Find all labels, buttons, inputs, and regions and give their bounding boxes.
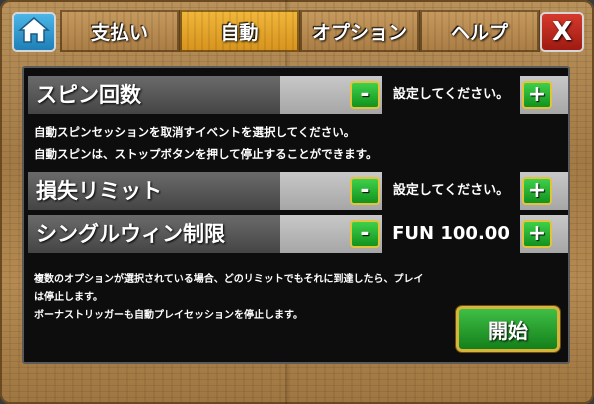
tab-options[interactable]: オプション [300,10,420,52]
close-button[interactable]: X [540,12,584,52]
tab-payout[interactable]: 支払い [60,10,180,52]
tab-auto[interactable]: 自動 [180,10,300,52]
spin-count-control: - 設定してください。 + [280,76,568,114]
tab-bar: 支払い 自動 オプション ヘルプ [60,10,540,52]
note-line-2: は停止します。 [34,292,103,303]
spin-count-plus-button[interactable]: + [522,81,552,109]
single-win-limit-control: - FUN 100.00 + [280,215,568,253]
home-icon [17,16,51,48]
loss-limit-row: 損失リミット - 設定してください。 + [28,172,568,210]
start-button[interactable]: 開始 [456,306,560,352]
spin-count-value: 設定してください。 [382,76,520,114]
home-button[interactable] [12,12,56,52]
single-win-limit-plus-button[interactable]: + [522,220,552,248]
info-line-1: 自動スピンセッションを取消すイベントを選択してください。 [34,125,356,139]
loss-limit-minus-button[interactable]: - [350,177,380,205]
loss-limit-value: 設定してください。 [382,172,520,210]
single-win-limit-value: FUN 100.00 [382,215,520,253]
single-win-limit-label: シングルウィン制限 [28,215,280,253]
single-win-limit-row: シングルウィン制限 - FUN 100.00 + [28,215,568,253]
info-line-2: 自動スピンは、ストップボタンを押して停止することができます。 [34,147,378,161]
loss-limit-label: 損失リミット [28,172,280,210]
spin-count-row: スピン回数 - 設定してください。 + [28,76,568,114]
note-line-1: 複数のオプションが選択されている場合、どのリミットでもそれに到達したら、プレイ [34,274,424,285]
loss-limit-plus-button[interactable]: + [522,177,552,205]
spin-count-minus-button[interactable]: - [350,81,380,109]
tab-help[interactable]: ヘルプ [420,10,540,52]
spin-count-label: スピン回数 [28,76,280,114]
loss-limit-control: - 設定してください。 + [280,172,568,210]
note-line-3: ボーナストリッガーも自動プレイセッションを停止します。 [34,310,303,321]
single-win-limit-minus-button[interactable]: - [350,220,380,248]
